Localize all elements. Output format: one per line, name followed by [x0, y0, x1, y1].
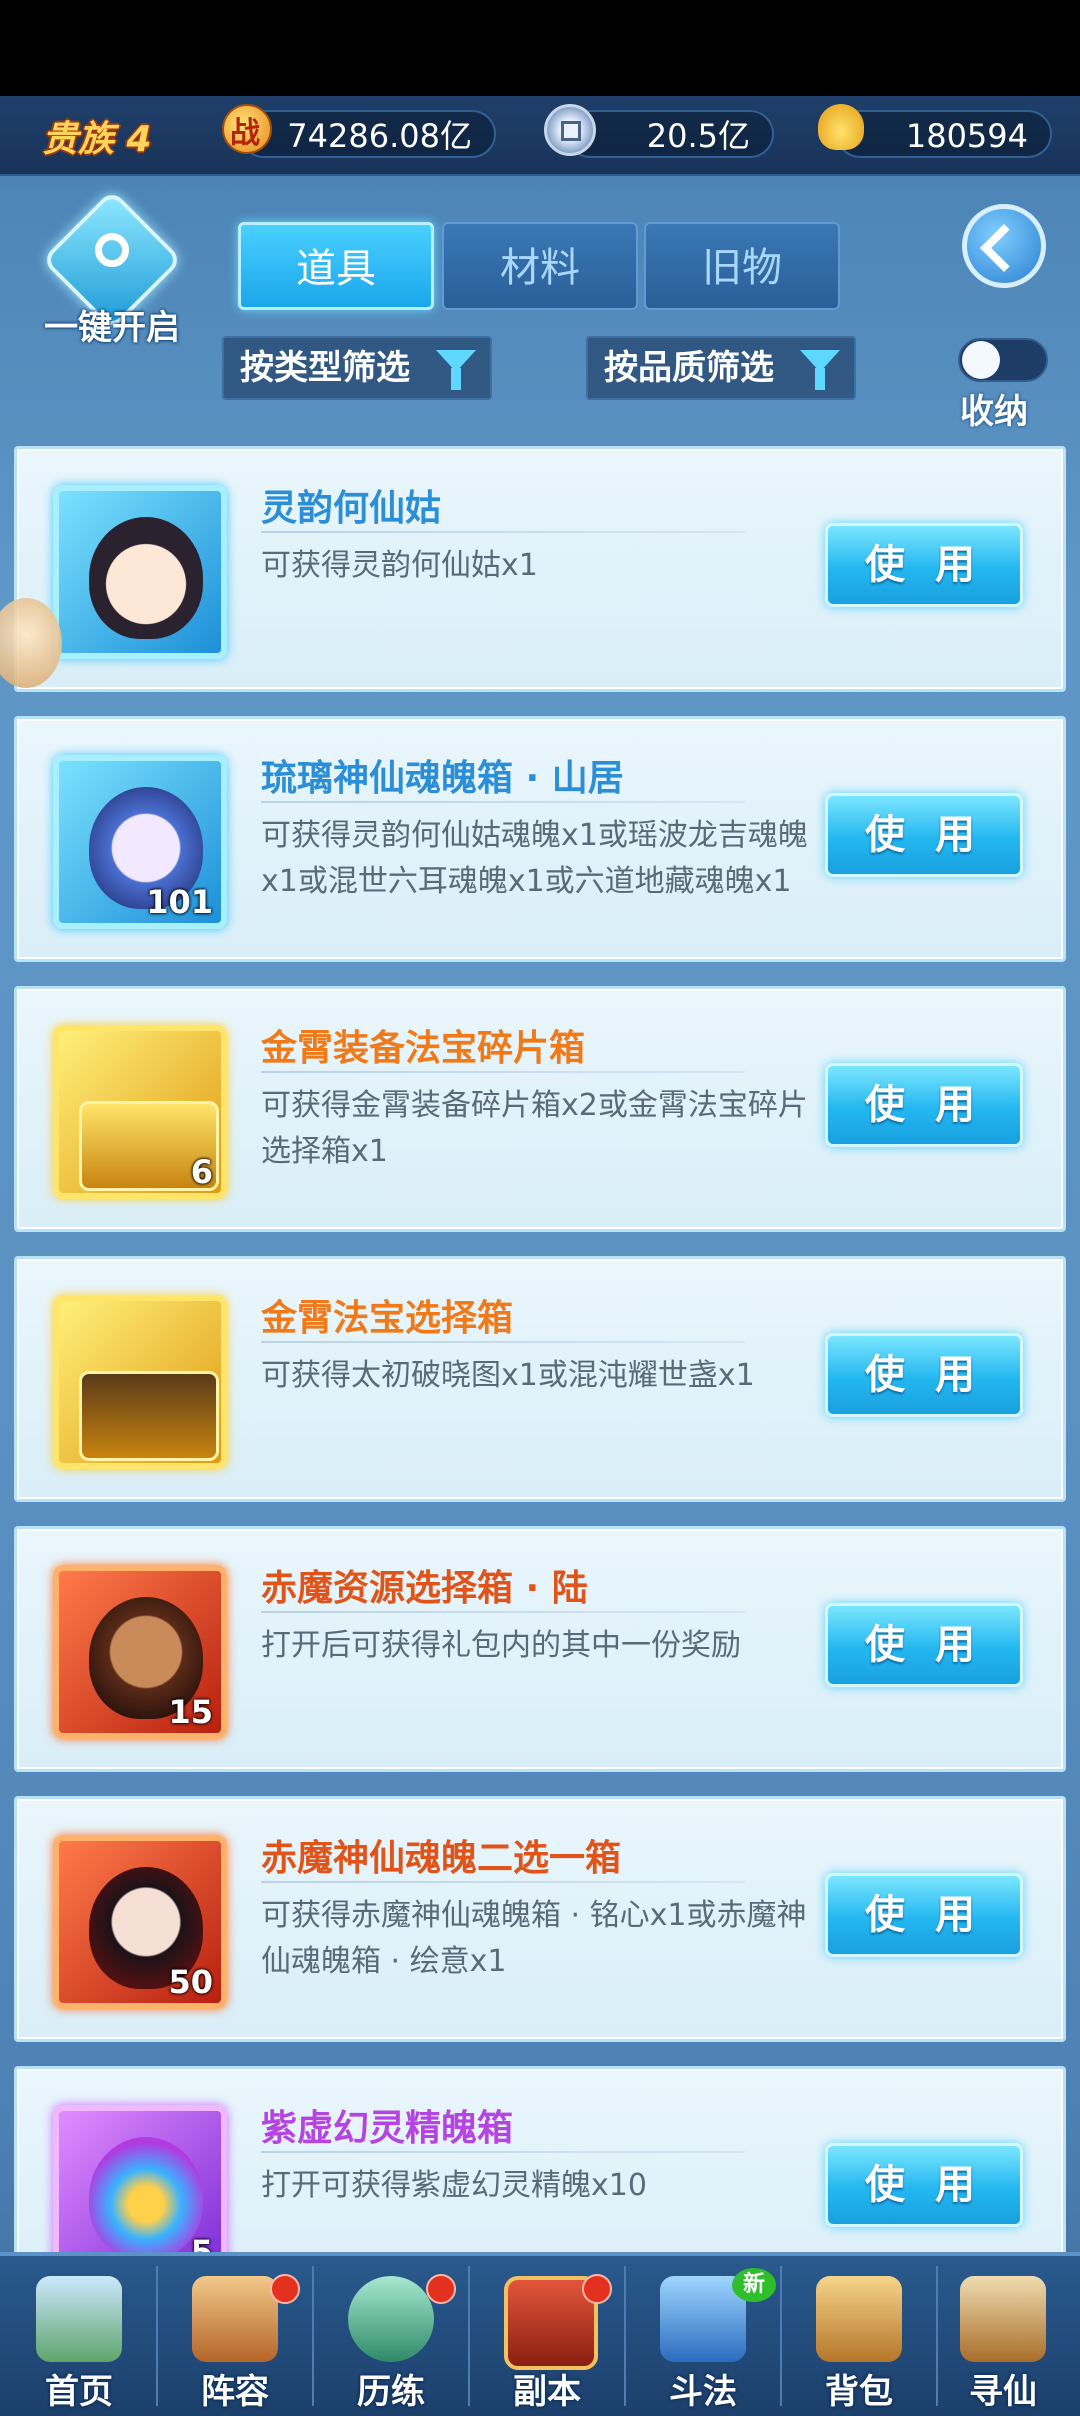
item-name: 赤魔资源选择箱 · 陆 [261, 1568, 588, 1609]
list-item: 金霄法宝选择箱 可获得太初破晓图x1或混沌耀世盏x1 使 用 [14, 1256, 1066, 1502]
list-item: 15 赤魔资源选择箱 · 陆 打开后可获得礼包内的其中一份奖励 使 用 [14, 1526, 1066, 1772]
tab-items[interactable]: 道具 [238, 222, 434, 310]
nav-label: 背包 [825, 2372, 893, 2412]
filter-by-type-button[interactable]: 按类型筛选 [222, 336, 492, 400]
item-thumbnail[interactable]: 6 [53, 1025, 227, 1199]
item-name: 赤魔神仙魂魄二选一箱 [261, 1838, 622, 1879]
nav-label: 斗法 [669, 2372, 737, 2412]
use-button[interactable]: 使 用 [825, 1603, 1023, 1687]
tab-relics[interactable]: 旧物 [644, 222, 840, 310]
battle-power-display: 74286.08亿 [240, 110, 496, 158]
item-thumbnail[interactable] [53, 1295, 227, 1469]
toggle-knob [962, 341, 1000, 379]
filter-funnel-icon [800, 350, 840, 390]
item-thumbnail[interactable] [53, 485, 227, 659]
divider [261, 2151, 745, 2153]
collapse-label: 收纳 [960, 392, 1028, 432]
item-description: 打开可获得紫虚幻灵精魄x10 [261, 2168, 647, 2203]
spirit-chest-art [89, 2137, 203, 2259]
battle-power-icon [222, 104, 272, 154]
seek-immortal-icon [960, 2276, 1046, 2362]
nav-training[interactable]: 历练 [314, 2256, 468, 2416]
nav-label: 寻仙 [969, 2372, 1037, 2412]
tab-materials[interactable]: 材料 [442, 222, 638, 310]
vip-level[interactable]: 贵族 4 [42, 110, 152, 162]
nav-backpack[interactable]: 背包 [782, 2256, 936, 2416]
item-name: 琉璃神仙魂魄箱 · 山居 [261, 758, 624, 799]
treasure-chest-art [79, 1371, 219, 1461]
nav-label: 首页 [45, 2372, 113, 2412]
training-icon [348, 2276, 434, 2362]
item-name: 金霄装备法宝碎片箱 [261, 1028, 586, 1069]
nav-label: 副本 [513, 2372, 581, 2412]
divider [261, 1881, 745, 1883]
use-button[interactable]: 使 用 [825, 523, 1023, 607]
item-count: 6 [190, 1153, 213, 1191]
divider [261, 1071, 745, 1073]
one-key-open-button[interactable]: 一键开启 [38, 189, 183, 348]
home-icon [36, 2276, 122, 2362]
item-count: 15 [168, 1693, 213, 1731]
nav-home[interactable]: 首页 [2, 2256, 156, 2416]
list-item: 101 琉璃神仙魂魄箱 · 山居 可获得灵韵何仙姑魂魄x1或瑶波龙吉魂魄x1或混… [14, 716, 1066, 962]
item-description: 可获得灵韵何仙姑魂魄x1或瑶波龙吉魂魄x1或混世六耳魂魄x1或六道地藏魂魄x1 [261, 818, 808, 899]
coin-icon [544, 104, 596, 156]
filter-by-quality-button[interactable]: 按品质筛选 [586, 336, 856, 400]
notification-dot [426, 2274, 456, 2304]
item-description: 可获得灵韵何仙姑x1 [261, 548, 538, 583]
character-portrait [89, 517, 203, 639]
status-bar [0, 0, 1080, 96]
item-count: 101 [146, 883, 213, 921]
battle-power-value: 74286.08亿 [287, 117, 472, 155]
nav-label: 历练 [357, 2372, 425, 2412]
nav-label: 阵容 [201, 2372, 269, 2412]
currency-bar: 贵族 4 74286.08亿 20.5亿 180594 [0, 96, 1080, 176]
divider [261, 1341, 745, 1343]
use-button[interactable]: 使 用 [825, 1873, 1023, 1957]
filter-by-quality-label: 按品质筛选 [604, 348, 774, 388]
nav-lineup[interactable]: 阵容 [158, 2256, 312, 2416]
item-name: 灵韵何仙姑 [261, 488, 442, 529]
list-item: 50 赤魔神仙魂魄二选一箱 可获得赤魔神仙魂魄箱 · 铭心x1或赤魔神仙魂魄箱 … [14, 1796, 1066, 2042]
item-thumbnail[interactable]: 101 [53, 755, 227, 929]
divider [261, 801, 745, 803]
item-thumbnail[interactable]: 15 [53, 1565, 227, 1739]
list-item: 灵韵何仙姑 可获得灵韵何仙姑x1 使 用 [14, 446, 1066, 692]
list-item: 6 金霄装备法宝碎片箱 可获得金霄装备碎片箱x2或金霄法宝碎片选择箱x1 使 用 [14, 986, 1066, 1232]
back-button[interactable] [962, 204, 1046, 288]
filter-funnel-icon [436, 350, 476, 390]
coin-display: 20.5亿 [566, 110, 774, 158]
bottom-navigation: 首页 阵容 历练 副本 新 斗法 背包 寻仙 [0, 2252, 1080, 2416]
ingot-display: 180594 [836, 110, 1052, 158]
ingot-value: 180594 [905, 117, 1028, 155]
lineup-icon [192, 2276, 278, 2362]
collapse-toggle[interactable] [958, 338, 1048, 382]
item-thumbnail[interactable]: 50 [53, 1835, 227, 2009]
filter-by-type-label: 按类型筛选 [240, 348, 410, 388]
use-button[interactable]: 使 用 [825, 2143, 1023, 2227]
item-name: 紫虚幻灵精魄箱 [261, 2108, 514, 2149]
item-count: 50 [168, 1963, 213, 2001]
item-description: 可获得赤魔神仙魂魄箱 · 铭心x1或赤魔神仙魂魄箱 · 绘意x1 [261, 1898, 807, 1979]
notification-dot [270, 2274, 300, 2304]
use-button[interactable]: 使 用 [825, 1333, 1023, 1417]
divider [261, 531, 745, 533]
nav-dungeon[interactable]: 副本 [470, 2256, 624, 2416]
item-description: 可获得金霄装备碎片箱x2或金霄法宝碎片选择箱x1 [261, 1088, 808, 1169]
one-key-open-label: 一键开启 [44, 308, 180, 348]
item-name: 金霄法宝选择箱 [261, 1298, 514, 1339]
item-description: 可获得太初破晓图x1或混沌耀世盏x1 [261, 1358, 755, 1393]
use-button[interactable]: 使 用 [825, 1063, 1023, 1147]
notification-dot [582, 2274, 612, 2304]
divider [261, 1611, 745, 1613]
use-button[interactable]: 使 用 [825, 793, 1023, 877]
ingot-icon [818, 104, 864, 150]
new-badge: 新 [732, 2268, 776, 2302]
nav-seek-immortal[interactable]: 寻仙 [926, 2256, 1080, 2416]
backpack-icon [816, 2276, 902, 2362]
coin-value: 20.5亿 [646, 117, 750, 155]
nav-battle[interactable]: 新 斗法 [626, 2256, 780, 2416]
item-description: 打开后可获得礼包内的其中一份奖励 [261, 1628, 741, 1663]
back-arrow-icon [979, 223, 1029, 273]
